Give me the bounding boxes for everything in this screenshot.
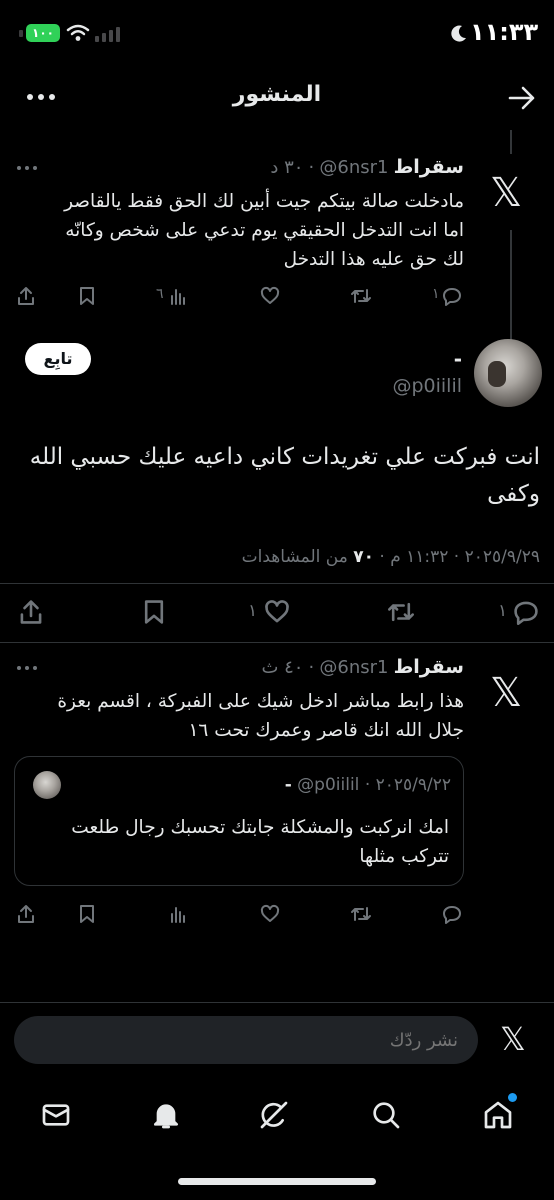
reply-count: ١	[498, 601, 508, 621]
moon-icon	[451, 25, 466, 42]
author-handle[interactable]: @6nsr1	[319, 657, 388, 678]
views-number: ٧٠	[353, 547, 374, 567]
main-actions: ١ ١	[0, 597, 554, 627]
reply-count: ١	[432, 286, 440, 302]
back-button[interactable]	[506, 84, 538, 112]
search-icon[interactable]	[370, 1099, 402, 1131]
home-indicator-bar	[178, 1178, 376, 1185]
bookmark-icon[interactable]	[78, 286, 96, 306]
views-icon[interactable]	[168, 904, 188, 924]
views-count: ٦	[156, 286, 164, 302]
battery-tip	[19, 30, 23, 37]
author-handle[interactable]: @6nsr1	[319, 157, 388, 178]
follow-button[interactable]: تابِع	[25, 343, 91, 375]
like-icon[interactable]	[260, 286, 280, 306]
reply-tweet[interactable]: 𝕏 سقراط @6nsr1 · ٤٠ ث هذا رابط مباشر ادخ…	[0, 650, 554, 930]
share-icon[interactable]	[16, 904, 36, 924]
tweet-more-icon[interactable]	[16, 164, 38, 172]
home-icon[interactable]	[482, 1099, 514, 1131]
grok-icon[interactable]	[258, 1099, 290, 1131]
arrow-right-icon	[508, 86, 535, 110]
follow-label: تابِع	[43, 349, 73, 368]
repost-icon[interactable]	[386, 599, 416, 625]
reply-input[interactable]	[14, 1016, 478, 1064]
status-bar: ١٠٠ ١١:٣٣	[0, 0, 554, 66]
meta-divider	[0, 583, 554, 584]
main-tweet-meta: ٢٠٢٥/٩/٢٩ · ١١:٣٢ م · ٧٠ من المشاهدات	[242, 547, 540, 567]
like-icon[interactable]	[263, 599, 291, 625]
parent-tweet-header: سقراط @6nsr1 · ٣٠ د	[270, 156, 464, 178]
views-icon[interactable]	[168, 286, 188, 306]
author-name[interactable]: سقراط	[394, 156, 464, 178]
main-author-avatar[interactable]	[474, 339, 542, 407]
share-icon[interactable]	[18, 599, 44, 625]
reply-composer: 𝕏	[0, 1003, 554, 1083]
more-options-button[interactable]	[24, 84, 58, 110]
reply-actions	[0, 902, 554, 926]
quoted-name: -	[284, 775, 292, 795]
reply-tweet-text: هذا رابط مباشر ادخل شيك على الفبركة ، اق…	[57, 691, 464, 741]
main-tweet-divider	[0, 642, 554, 643]
top-header: المنشور	[0, 70, 554, 130]
share-icon[interactable]	[16, 286, 36, 306]
mail-icon[interactable]	[40, 1099, 72, 1131]
bookmark-icon[interactable]	[142, 599, 166, 625]
tweet-time: ٣٠ د	[270, 157, 304, 178]
repost-icon[interactable]	[350, 904, 372, 924]
quoted-tweet-card[interactable]: ٢٠٢٥/٩/٢٢ · @p0iilil - امك انركبت والمشك…	[14, 756, 464, 886]
battery-level: ١٠٠	[32, 26, 54, 40]
tweet-time: ٤٠ ث	[261, 657, 304, 678]
parent-avatar-x-logo[interactable]: 𝕏	[490, 173, 522, 213]
battery-indicator: ١٠٠	[26, 24, 60, 42]
parent-tweet[interactable]: 𝕏 سقراط @6nsr1 · ٣٠ د مادخلت صالة بيتكم …	[0, 150, 554, 325]
reply-icon[interactable]	[512, 599, 540, 625]
like-icon[interactable]	[260, 904, 280, 924]
quoted-handle: @p0iilil	[297, 775, 360, 795]
quoted-avatar	[33, 771, 61, 799]
composer-avatar-x-logo[interactable]: 𝕏	[500, 1023, 526, 1055]
like-count: ١	[248, 601, 258, 621]
status-time: ١١:٣٣	[470, 18, 539, 46]
bottom-nav	[0, 1083, 554, 1200]
page-title: المنشور	[232, 82, 322, 107]
more-dots-icon	[27, 94, 55, 100]
reply-avatar-x-logo[interactable]: 𝕏	[490, 673, 522, 713]
quoted-tweet-text: امك انركبت والمشكلة جابتك تحسبك رجال طلع…	[71, 817, 449, 867]
wifi-icon	[66, 24, 90, 41]
author-name[interactable]: سقراط	[394, 656, 464, 678]
main-author-name[interactable]: -	[454, 347, 462, 371]
bookmark-icon[interactable]	[78, 904, 96, 924]
quoted-date: ٢٠٢٥/٩/٢٢	[375, 775, 451, 795]
main-tweet-text: انت فبركت علي تغريدات كاني داعيه عليك حس…	[29, 444, 540, 507]
reply-icon[interactable]	[442, 286, 462, 306]
cellular-signal-icon	[95, 27, 120, 42]
main-author-handle[interactable]: @p0iilil	[392, 375, 462, 397]
parent-tweet-text: مادخلت صالة بيتكم جيت أبين لك الحق فقط ي…	[64, 191, 464, 270]
thread-line-bottom	[510, 230, 512, 340]
quoted-tweet-header: ٢٠٢٥/٩/٢٢ · @p0iilil -	[284, 775, 451, 795]
tweet-datetime: ٢٠٢٥/٩/٢٩ · ١١:٣٢ م ·	[379, 547, 540, 567]
repost-icon[interactable]	[350, 286, 372, 306]
parent-actions: ٦ ١	[0, 284, 554, 308]
reply-icon[interactable]	[442, 904, 462, 924]
main-tweet: تابِع - @p0iilil انت فبركت علي تغريدات ك…	[0, 335, 554, 645]
tweet-more-icon[interactable]	[16, 664, 38, 672]
bell-icon[interactable]	[150, 1099, 182, 1131]
reply-tweet-header: سقراط @6nsr1 · ٤٠ ث	[261, 656, 464, 678]
home-notification-dot	[508, 1093, 517, 1102]
views-label: من المشاهدات	[241, 547, 348, 567]
